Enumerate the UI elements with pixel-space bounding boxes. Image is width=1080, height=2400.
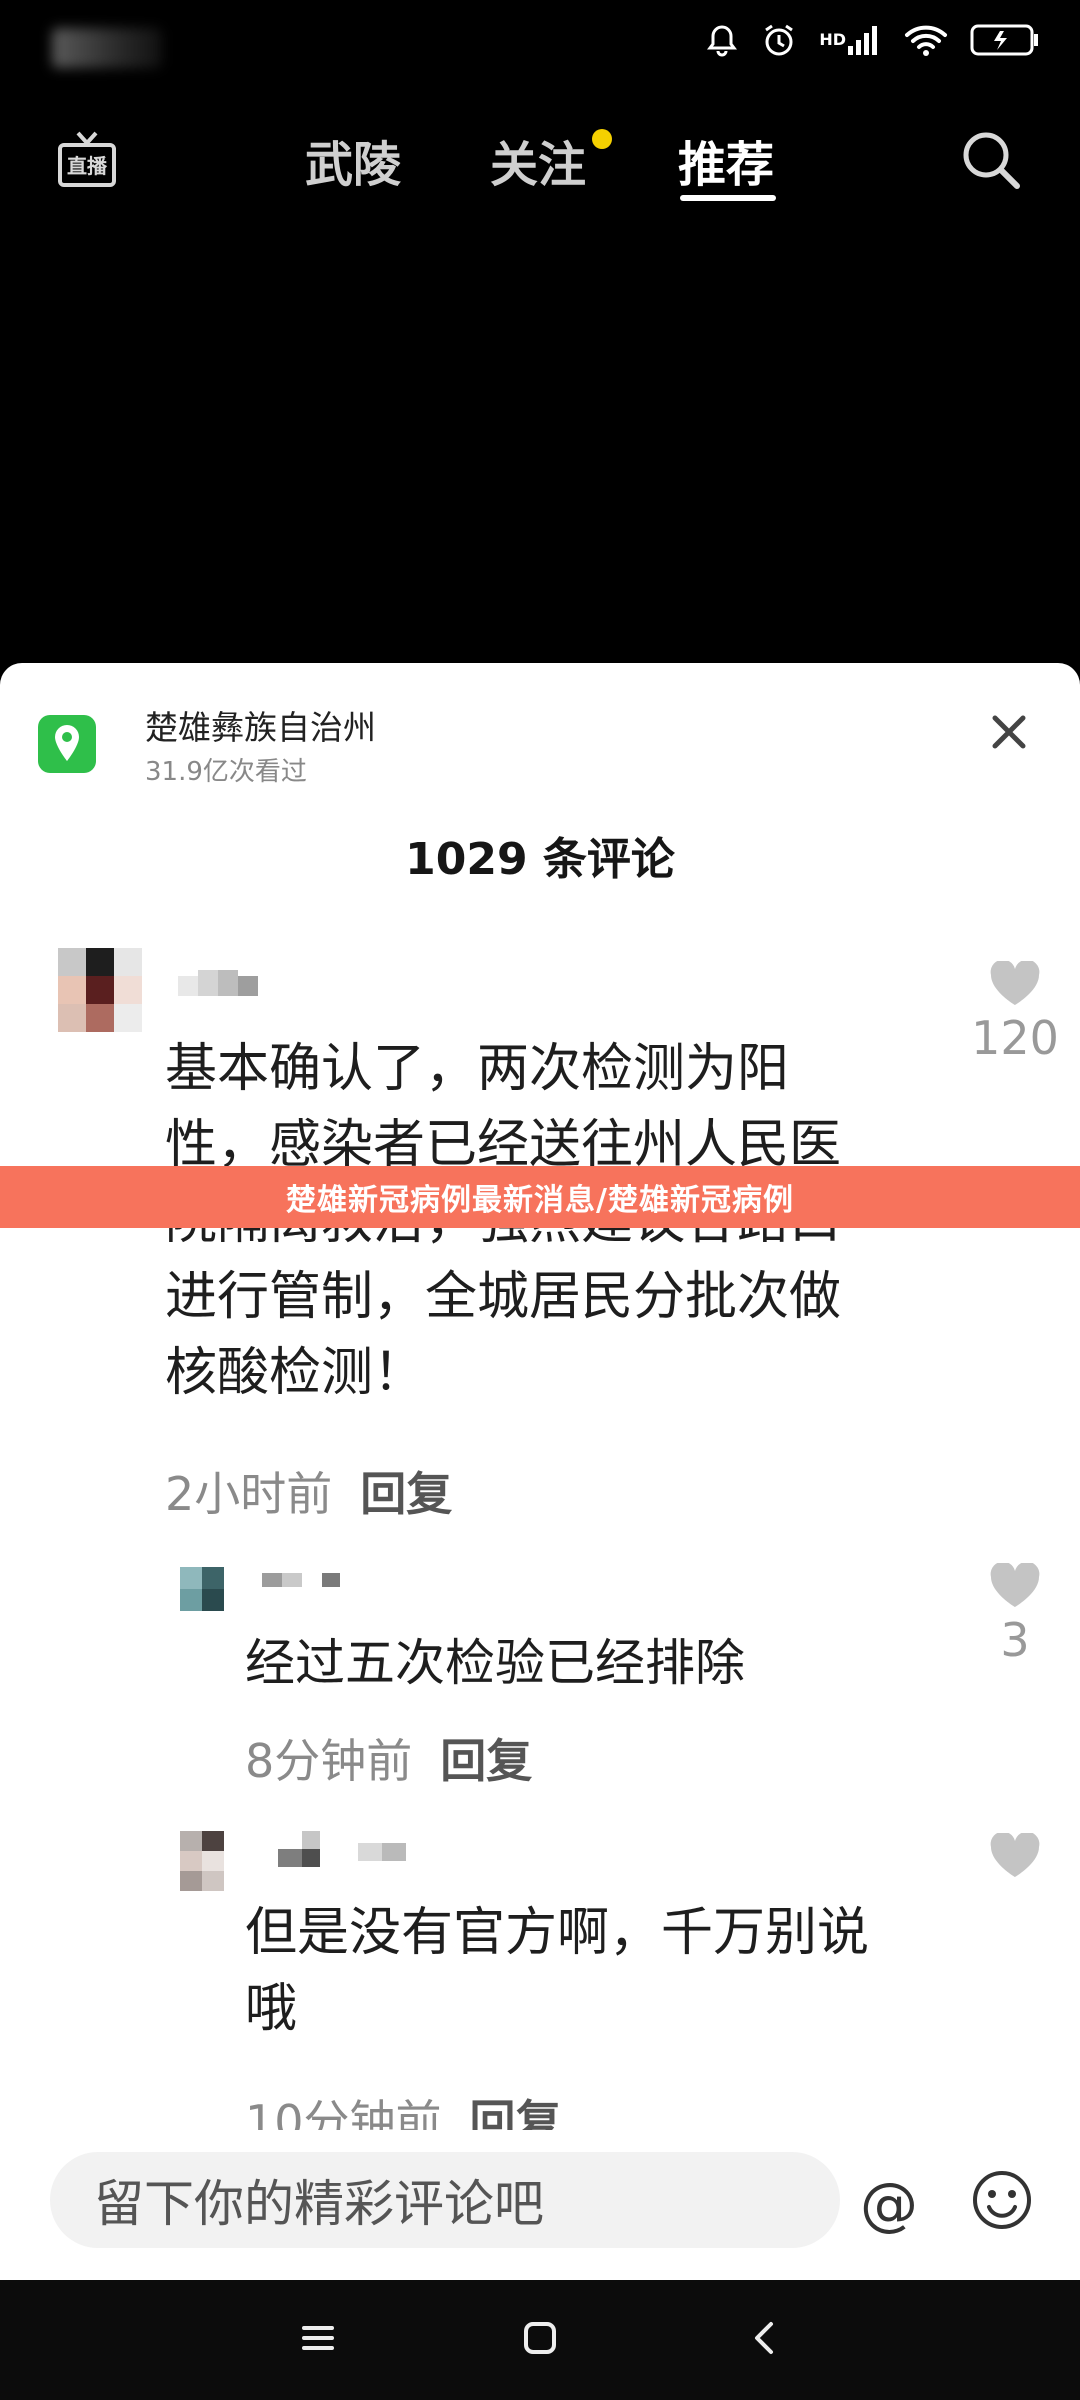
battery-icon [970, 23, 1040, 57]
network-type-label: HD [819, 30, 846, 49]
reply-button[interactable]: 回复 [440, 1734, 532, 1788]
like-button[interactable]: 3 [965, 1561, 1065, 1667]
live-label: 直播 [67, 154, 108, 178]
system-nav-bar [0, 2280, 1080, 2400]
tab-recommend[interactable]: 推荐 [678, 125, 774, 195]
comment-text: 但是没有官方啊，千万别说 哦 [245, 1903, 870, 2039]
home-icon[interactable] [520, 2318, 560, 2362]
live-icon[interactable]: 直播 [56, 127, 118, 189]
alarm-icon [761, 22, 797, 58]
heart-icon [990, 1561, 1040, 1607]
avatar[interactable] [58, 948, 142, 1032]
comment-count-title: 1029 条评论 [405, 834, 675, 885]
avatar[interactable] [180, 1831, 224, 1891]
close-icon[interactable] [985, 708, 1033, 756]
reply-button[interactable]: 回复 [360, 1467, 452, 1521]
username-pixelated[interactable] [178, 966, 278, 1002]
like-count: 3 [1000, 1613, 1030, 1667]
location-views: 31.9亿次看过 [145, 757, 307, 787]
comment-meta: 2小时前 回复 [165, 1458, 452, 1524]
location-name[interactable]: 楚雄彝族自治州 [145, 701, 376, 749]
signal-icon: HD [819, 24, 882, 56]
overlay-banner: 楚雄新冠病例最新消息/楚雄新冠病例 [0, 1166, 1080, 1228]
notification-icon [705, 23, 739, 57]
wifi-icon [904, 23, 948, 57]
comment-time: 8分钟前 [245, 1734, 413, 1788]
comment-input-bar: 留下你的精彩评论吧 @ [0, 2130, 1080, 2280]
menu-icon[interactable] [298, 2318, 338, 2362]
tab-following[interactable]: 关注 [490, 125, 586, 195]
active-tab-indicator [680, 195, 776, 201]
status-bar: HD [0, 0, 1080, 95]
banner-text: 楚雄新冠病例最新消息/楚雄新冠病例 [286, 1183, 794, 1218]
status-icons: HD [705, 22, 1040, 58]
username-pixelated[interactable] [278, 1831, 418, 1871]
status-time-blurred [52, 28, 162, 68]
location-pin-icon[interactable] [38, 715, 96, 773]
new-content-dot [592, 129, 612, 149]
avatar[interactable] [180, 1567, 224, 1611]
like-button[interactable] [965, 1831, 1065, 1883]
comment-meta: 8分钟前 回复 [245, 1725, 532, 1791]
heart-icon [990, 1831, 1040, 1877]
at-mention-icon[interactable]: @ [860, 2170, 918, 2238]
back-icon[interactable] [745, 2318, 785, 2362]
like-count: 120 [971, 1011, 1059, 1065]
search-icon[interactable] [958, 127, 1024, 193]
comment-time: 2小时前 [165, 1467, 333, 1521]
comment-input[interactable]: 留下你的精彩评论吧 [50, 2152, 840, 2248]
emoji-icon[interactable] [970, 2168, 1034, 2232]
username-pixelated[interactable] [262, 1567, 352, 1597]
top-nav: 直播 武陵 关注 推荐 [0, 95, 1080, 215]
comment-sheet: 楚雄彝族自治州 31.9亿次看过 1029 条评论 基本确认了，两次检测为阳 性… [0, 663, 1080, 2273]
like-button[interactable]: 120 [965, 959, 1065, 1065]
comment-text: 经过五次检验已经排除 [245, 1634, 745, 1692]
tab-wuling[interactable]: 武陵 [305, 125, 401, 195]
heart-icon [990, 959, 1040, 1005]
